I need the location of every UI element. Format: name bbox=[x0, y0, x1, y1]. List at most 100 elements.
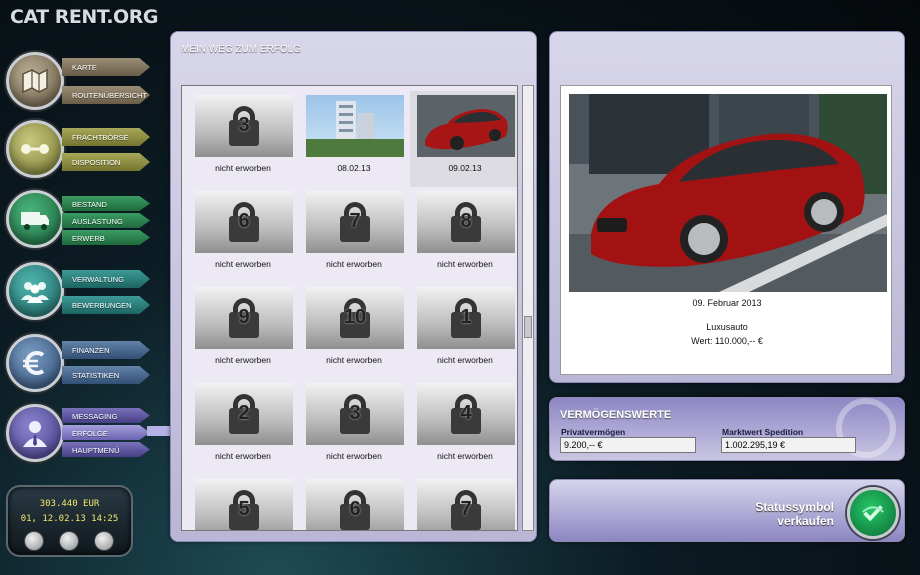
padlock-icon: 3 bbox=[340, 394, 370, 434]
nav-group-freight: FRACHTBÖRSE DISPOSITION bbox=[6, 120, 166, 180]
achievement-label: 08.02.13 bbox=[337, 163, 371, 173]
achievement-tile[interactable]: 7 bbox=[410, 475, 517, 530]
lock-icon: 4 bbox=[417, 383, 515, 445]
nav-item-messaging[interactable]: MESSAGING bbox=[62, 408, 150, 423]
people-group-icon[interactable] bbox=[6, 262, 64, 320]
nav-group-messaging: MESSAGING ERFOLGE HAUPTMENÜ bbox=[6, 404, 166, 464]
achievement-number: 9 bbox=[238, 306, 250, 328]
assets-title: VERMÖGENSWERTE bbox=[560, 409, 672, 421]
padlock-icon: 7 bbox=[451, 490, 481, 530]
nav-item-disposition[interactable]: DISPOSITION bbox=[62, 153, 150, 171]
lock-icon: 7 bbox=[417, 479, 515, 530]
businessman-icon bbox=[23, 421, 47, 447]
speed-pause-button[interactable] bbox=[24, 531, 44, 551]
padlock-icon: 2 bbox=[229, 394, 259, 434]
sell-label-line2: verkaufen bbox=[777, 514, 834, 528]
padlock-icon: 6 bbox=[340, 490, 370, 530]
nav-item-finanzen[interactable]: FINANZEN bbox=[62, 341, 150, 359]
nav-group-finance: FINANZEN STATISTIKEN bbox=[6, 334, 166, 394]
detail-value: Wert: 110.000,-- € bbox=[691, 336, 763, 346]
euro-sign-icon bbox=[23, 351, 45, 375]
nav-item-erwerb[interactable]: ERWERB bbox=[62, 230, 150, 245]
freight-exchange-icon[interactable] bbox=[6, 120, 64, 178]
truck-icon[interactable] bbox=[6, 190, 64, 248]
private-assets-label: Privatvermögen bbox=[561, 427, 626, 437]
red-sports-car-photo bbox=[417, 95, 515, 157]
lock-icon: 3 bbox=[306, 383, 404, 445]
map-route-icon bbox=[22, 68, 48, 94]
achievement-scrollbar[interactable] bbox=[522, 85, 534, 531]
lock-icon: 1 bbox=[417, 287, 515, 349]
detail-date: 09. Februar 2013 bbox=[692, 298, 762, 308]
money-readout: 303.440 EUR bbox=[39, 499, 100, 509]
lock-icon: 9 bbox=[195, 287, 293, 349]
nav-item-bewerbungen[interactable]: BEWERBUNGEN bbox=[62, 296, 150, 314]
achievement-number: 5 bbox=[238, 498, 250, 520]
achievement-number: 3 bbox=[238, 114, 250, 136]
nav-item-hauptmenu[interactable]: HAUPTMENÜ bbox=[62, 442, 150, 457]
achievement-number: 10 bbox=[343, 306, 367, 328]
nav-group-map: KARTE ROUTENÜBERSICHT bbox=[6, 52, 166, 112]
achievement-tile[interactable]: 9 nicht erworben bbox=[188, 283, 298, 379]
achievement-grid: 3 nicht erworben 08.02.13 09.02.13 6 nicht er… bbox=[181, 85, 518, 531]
achievement-tile[interactable]: 1 nicht erworben bbox=[410, 283, 517, 379]
scrollbar-thumb[interactable] bbox=[524, 316, 532, 338]
achievement-number: 3 bbox=[349, 402, 361, 424]
achievement-tile[interactable]: 08.02.13 bbox=[299, 91, 409, 187]
nav-group-staff: VERWALTUNG BEWERBUNGEN bbox=[6, 262, 166, 322]
nav-item-erfolge[interactable]: ERFOLGE bbox=[62, 425, 150, 440]
nav-item-verwaltung[interactable]: VERWALTUNG bbox=[62, 270, 150, 288]
date-time-readout: 01, 12.02.13 14:25 bbox=[20, 514, 119, 524]
achievement-tile[interactable]: 6 nicht erworben bbox=[188, 187, 298, 283]
achievement-tile[interactable]: 2 nicht erworben bbox=[188, 379, 298, 475]
padlock-icon: 5 bbox=[229, 490, 259, 530]
person-icon[interactable] bbox=[6, 404, 64, 462]
checkmark-icon bbox=[862, 505, 884, 522]
padlock-icon: 10 bbox=[340, 298, 370, 338]
achievement-label: nicht erworben bbox=[437, 451, 493, 461]
achievement-tile[interactable]: 4 nicht erworben bbox=[410, 379, 517, 475]
map-icon[interactable] bbox=[6, 52, 64, 110]
padlock-icon: 9 bbox=[229, 298, 259, 338]
nav-item-bestand[interactable]: BESTAND bbox=[62, 196, 150, 211]
nav-item-karte[interactable]: KARTE bbox=[62, 58, 150, 76]
nav-item-statistiken[interactable]: STATISTIKEN bbox=[62, 366, 150, 384]
padlock-icon: 6 bbox=[229, 202, 259, 242]
lock-icon: 6 bbox=[306, 479, 404, 530]
achievement-tile[interactable]: 10 nicht erworben bbox=[299, 283, 409, 379]
achievement-label: nicht erworben bbox=[326, 451, 382, 461]
sell-status-symbol-button[interactable] bbox=[847, 487, 899, 539]
achievement-tile[interactable]: 3 nicht erworben bbox=[299, 379, 409, 475]
network-nodes-icon bbox=[21, 144, 49, 154]
achievement-number: 4 bbox=[460, 402, 472, 424]
achievement-tile[interactable]: 3 nicht erworben bbox=[188, 91, 298, 187]
achievement-label: nicht erworben bbox=[437, 259, 493, 269]
achievement-tile[interactable]: 7 nicht erworben bbox=[299, 187, 409, 283]
assets-panel: VERMÖGENSWERTE Privatvermögen 9.200,-- €… bbox=[549, 397, 905, 461]
speed-fast-button[interactable] bbox=[94, 531, 114, 551]
achievement-number: 1 bbox=[460, 306, 472, 328]
achievements-title: MEIN WEG ZUM ERFOLG bbox=[181, 44, 301, 55]
euro-icon[interactable] bbox=[6, 334, 64, 392]
market-value-label: Marktwert Spedition bbox=[722, 427, 804, 437]
padlock-icon: 8 bbox=[451, 202, 481, 242]
lock-icon: 2 bbox=[195, 383, 293, 445]
achievement-label: nicht erworben bbox=[437, 355, 493, 365]
nav-item-auslastung[interactable]: AUSLASTUNG bbox=[62, 213, 150, 228]
speed-normal-button[interactable] bbox=[59, 531, 79, 551]
padlock-icon: 7 bbox=[340, 202, 370, 242]
sell-label-line1: Statussymbol bbox=[755, 500, 834, 514]
nav-item-frachtboerse[interactable]: FRACHTBÖRSE bbox=[62, 128, 150, 146]
achievement-tile[interactable]: 6 bbox=[299, 475, 409, 530]
achievement-label: nicht erworben bbox=[326, 355, 382, 365]
achievement-tile[interactable]: 09.02.13 bbox=[410, 91, 517, 187]
achievement-tile[interactable]: 5 bbox=[188, 475, 298, 530]
achievement-label: nicht erworben bbox=[215, 163, 271, 173]
achievement-label: nicht erworben bbox=[326, 259, 382, 269]
achievement-number: 8 bbox=[460, 210, 472, 232]
lock-icon: 10 bbox=[306, 287, 404, 349]
nav-item-routenuebersicht[interactable]: ROUTENÜBERSICHT bbox=[62, 86, 150, 104]
achievement-tile[interactable]: 8 nicht erworben bbox=[410, 187, 517, 283]
nav-group-fleet: BESTAND AUSLASTUNG ERWERB bbox=[6, 190, 166, 250]
achievement-number: 6 bbox=[349, 498, 361, 520]
